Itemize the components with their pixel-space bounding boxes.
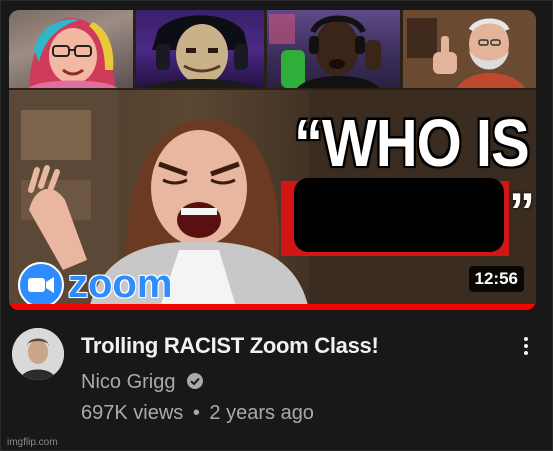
thumbnail-headline: “WHO IS bbox=[294, 106, 530, 181]
video-metadata: 697K views • 2 years ago bbox=[81, 402, 314, 425]
view-count: 697K views bbox=[81, 402, 184, 424]
thumbnail-closing-quote: ” bbox=[509, 183, 535, 241]
verified-check-icon bbox=[186, 373, 203, 389]
video-title[interactable]: Trolling RACIST Zoom Class! bbox=[81, 333, 379, 359]
webcam-person-1 bbox=[29, 18, 117, 88]
imgflip-watermark: imgflip.com bbox=[7, 437, 58, 448]
duration-badge: 12:56 bbox=[468, 266, 524, 292]
webcam-person-3 bbox=[269, 14, 381, 88]
channel-row: Nico Grigg bbox=[81, 371, 204, 397]
webcam-tile-3 bbox=[267, 10, 400, 88]
channel-avatar[interactable] bbox=[12, 328, 64, 380]
channel-name[interactable]: Nico Grigg bbox=[81, 371, 175, 393]
redaction-box bbox=[294, 178, 504, 252]
zoom-logo: zoom bbox=[18, 262, 193, 310]
watch-progress-fill bbox=[9, 304, 536, 310]
video-card[interactable]: “WHO IS ” zoom 12:56 Trolling RACIST Zoo… bbox=[0, 0, 553, 451]
webcam-tile-2 bbox=[136, 10, 264, 88]
webcam-strip bbox=[9, 10, 536, 88]
zoom-camera-icon bbox=[18, 262, 64, 308]
watch-progress-bar bbox=[9, 304, 536, 310]
webcam-person-2 bbox=[146, 15, 256, 88]
upload-age: 2 years ago bbox=[209, 402, 314, 424]
webcam-tile-4 bbox=[403, 10, 536, 88]
webcam-person-4 bbox=[403, 10, 536, 88]
webcam-tile-1 bbox=[9, 10, 133, 88]
zoom-logo-text: zoom bbox=[68, 262, 173, 306]
video-thumbnail[interactable]: “WHO IS ” zoom 12:56 bbox=[9, 10, 536, 310]
meta-separator: • bbox=[192, 402, 200, 424]
more-vert-icon[interactable] bbox=[516, 334, 536, 364]
